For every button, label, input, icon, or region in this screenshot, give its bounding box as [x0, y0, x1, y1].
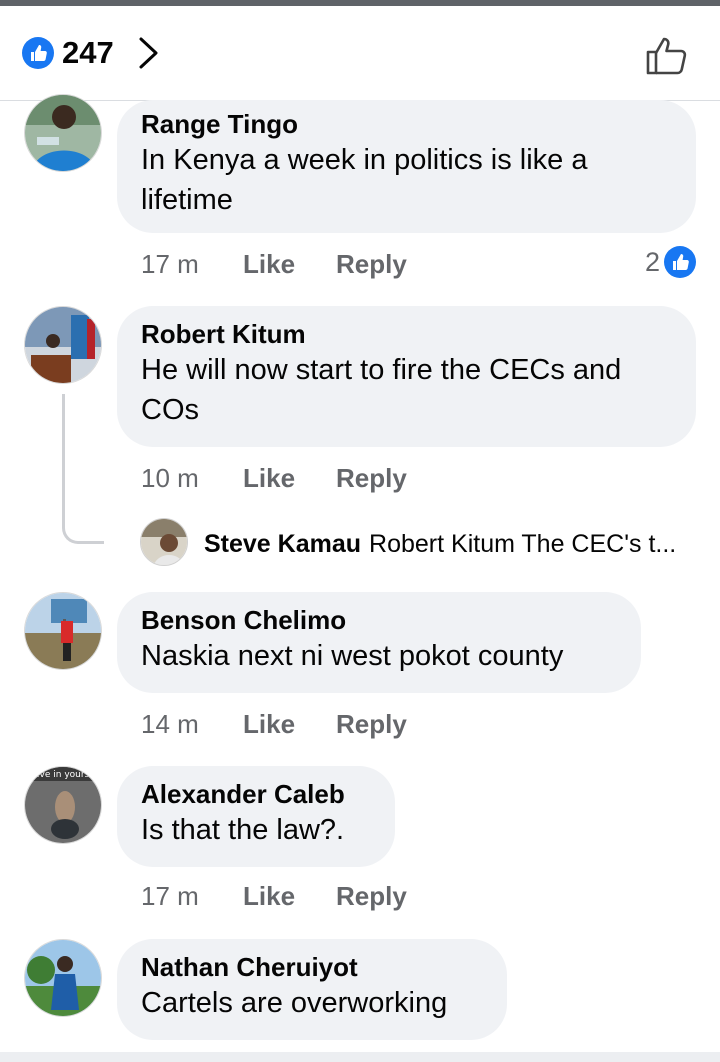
reaction-count[interactable]: 247: [62, 36, 114, 70]
comment-bubble: Robert Kitum He will now start to fire t…: [117, 306, 696, 447]
comment-bubble: Alexander Caleb Is that the law?.: [117, 766, 395, 867]
comment-text: Cartels are overworking: [141, 987, 448, 1019]
reply-author[interactable]: Steve Kamau: [204, 530, 361, 558]
comment-bubble: Nathan Cheruiyot Cartels are overworking: [117, 939, 507, 1040]
comment-text: In Kenya a week in politics is like a li…: [141, 144, 588, 216]
comment-time: 14 m: [141, 709, 199, 739]
comment-text: He will now start to fire the CECs and C…: [141, 354, 622, 426]
avatar[interactable]: [24, 939, 102, 1017]
avatar[interactable]: [24, 94, 102, 172]
reply-link[interactable]: Reply: [336, 880, 407, 912]
comment-time: 17 m: [141, 881, 199, 911]
like-badge-icon: [664, 246, 696, 278]
comment-reactions[interactable]: 2: [645, 246, 696, 278]
reply-link[interactable]: Reply: [336, 708, 407, 740]
bottom-divider: [0, 1052, 720, 1062]
comment-author[interactable]: Benson Chelimo: [141, 604, 611, 636]
reaction-count: 2: [644, 246, 660, 277]
like-badge-icon: [22, 37, 54, 69]
comment-time: 10 m: [141, 463, 199, 493]
comment-time: 17 m: [141, 249, 199, 279]
reply-link[interactable]: Reply: [336, 248, 407, 280]
comment-author[interactable]: Nathan Cheruiyot: [141, 951, 477, 983]
thread-connector: [62, 394, 104, 544]
comment-author[interactable]: Robert Kitum: [141, 318, 666, 350]
comment-author[interactable]: Alexander Caleb: [141, 778, 365, 810]
comment-text: Is that the law?.: [141, 814, 345, 846]
comment-text: Naskia next ni west pokot county: [141, 640, 564, 672]
reply-text: Robert Kitum The CEC's t...: [369, 530, 677, 558]
like-link[interactable]: Like: [243, 462, 336, 494]
thumbs-up-outline-icon[interactable]: [644, 34, 688, 76]
avatar[interactable]: [24, 592, 102, 670]
like-link[interactable]: Like: [243, 708, 336, 740]
reactions-header: 247: [0, 6, 720, 101]
reply-preview[interactable]: Steve Kamau Robert Kitum The CEC's t...: [204, 528, 676, 560]
avatar[interactable]: [24, 306, 102, 384]
avatar[interactable]: [140, 518, 188, 566]
comment-actions: 10 m Like Reply: [141, 462, 407, 494]
comment-actions: 17 m Like Reply: [141, 880, 407, 912]
comment-bubble: Benson Chelimo Naskia next ni west pokot…: [117, 592, 641, 693]
comment-author[interactable]: Range Tingo: [141, 108, 666, 140]
chevron-right-icon[interactable]: [136, 35, 160, 71]
comment-actions: 17 m Like Reply: [141, 248, 407, 280]
avatar[interactable]: lieve in yourse: [24, 766, 102, 844]
reply-link[interactable]: Reply: [336, 462, 407, 494]
avatar-caption: lieve in yourse: [29, 770, 95, 780]
like-link[interactable]: Like: [243, 248, 336, 280]
comment-bubble: Range Tingo In Kenya a week in politics …: [117, 100, 696, 233]
like-link[interactable]: Like: [243, 880, 336, 912]
comment-actions: 14 m Like Reply: [141, 708, 407, 740]
